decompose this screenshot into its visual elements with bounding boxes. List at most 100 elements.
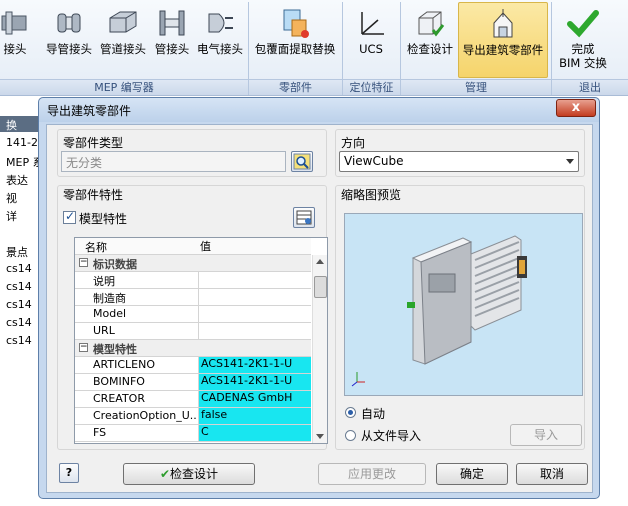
cancel-button[interactable]: 取消 [516,463,588,485]
shrinkwrap-icon [283,9,309,38]
table-row[interactable]: ARTICLENO ACS141-2K1-1-U [75,357,311,374]
export-building-icon [493,9,513,38]
duct-connector-icon [57,13,81,33]
ribbon-button-shrinkwrap-substitute[interactable]: 包覆面提取替换 [250,2,340,78]
dialog-title: 导出建筑零部件 [47,104,132,118]
ribbon-label: 管道接头 [100,42,146,56]
property-name: Model [93,307,127,320]
help-button[interactable]: ? [59,463,79,483]
part-properties-label: 零部件特性 [63,188,124,202]
browser-item[interactable]: cs14 [6,334,32,347]
apply-changes-button[interactable]: 应用更改 [318,463,426,485]
table-row[interactable]: 说明 [75,272,311,289]
property-name: 制造商 [93,292,126,305]
collapse-icon[interactable]: − [79,258,88,267]
ribbon-group-label: 退出 [552,79,628,95]
scroll-up-icon[interactable] [316,259,324,264]
ribbon-group-label: 管理 [401,79,551,95]
ribbon-label: 包覆面提取替换 [254,42,336,56]
pipe-connector-icon [109,11,137,33]
table-row[interactable]: 制造商 [75,289,311,306]
ribbon-button-ucs[interactable]: UCS [346,2,396,78]
category-row[interactable]: − 模型特性 [75,340,311,357]
table-row[interactable]: BOMINFO ACS141-2K1-1-U [75,374,311,391]
auto-radio[interactable] [345,407,356,418]
browser-item[interactable]: 141-2 [6,136,38,149]
grid-header: 名称 值 [75,238,311,255]
thumbnail-preview [344,213,583,396]
property-value[interactable]: ACS141-2K1-1-U [198,374,311,390]
table-row[interactable]: CREATOR CADENAS GmbH [75,391,311,408]
table-row[interactable]: URL [75,323,311,340]
import-button[interactable]: 导入 [510,424,582,446]
direction-value: ViewCube [344,154,404,168]
table-row[interactable]: FS C [75,425,311,442]
import-from-file-radio[interactable] [345,430,356,441]
tube-connector-icon [159,10,185,36]
property-value[interactable]: CADENAS GmbH [198,391,311,407]
ribbon-label: 导管接头 [46,42,92,56]
check-design-button[interactable]: ✔检查设计 [123,463,255,485]
property-value[interactable] [198,306,311,322]
browser-item[interactable]: 景点 [6,244,28,260]
property-settings-button[interactable] [293,207,315,228]
scroll-thumb[interactable] [314,276,327,298]
ribbon-label: 管接头 [154,42,190,56]
category-row[interactable]: − 标识数据 [75,255,311,272]
grid-scrollbar[interactable] [312,255,327,443]
property-name: CreationOption_U... [93,409,196,422]
direction-dropdown[interactable]: ViewCube [339,151,579,172]
collapse-icon[interactable]: − [79,343,88,352]
dialog-body: 零部件类型 无分类 方向 ViewCube 零部件特性 ✓ 模型特性 名称 值 [46,124,593,493]
ribbon-button-export-building-components[interactable]: 导出建筑零部件 [458,2,548,78]
ribbon-button-pipe-connector[interactable]: 管道接头 [97,2,149,78]
browser-header: 换 [0,116,40,132]
scroll-down-icon[interactable] [316,434,324,439]
export-building-components-dialog: 导出建筑零部件 x 零部件类型 无分类 方向 ViewCube 零部件特性 ✓ … [38,97,600,499]
browser-item[interactable]: cs14 [6,298,32,311]
checkmark-icon: ✔ [159,467,171,481]
ribbon-button-tube-connector[interactable]: 管接头 [151,2,193,78]
property-value[interactable] [198,289,311,305]
ribbon-group-label: 定位特征 [343,79,400,95]
table-row[interactable]: CreationOption_U... false [75,408,311,425]
ok-button[interactable]: 确定 [436,463,508,485]
browser-item[interactable]: cs14 [6,280,32,293]
property-value[interactable] [198,323,311,339]
property-value[interactable] [198,272,311,288]
column-header-value: 值 [200,240,211,253]
chevron-down-icon [566,159,574,164]
browser-item[interactable]: cs14 [6,316,32,329]
property-value[interactable]: ACS141-2K1-1-U [198,357,311,373]
ucs-icon [361,12,384,35]
help-icon: ? [65,466,73,479]
dialog-titlebar[interactable]: 导出建筑零部件 x [39,98,599,122]
auto-label: 自动 [361,407,386,421]
ribbon-label: BIM 交换 [559,56,607,70]
browse-part-type-button[interactable] [291,151,313,172]
property-value[interactable]: C [198,425,311,441]
browser-item[interactable]: cs14 [6,262,32,275]
browser-item[interactable]: 视 [6,190,17,206]
close-button[interactable]: x [556,99,596,117]
radio-selected-dot [348,410,353,415]
property-value[interactable]: false [198,408,311,424]
property-name: CREATOR [93,392,145,405]
browser-item[interactable]: 表达 [6,172,28,188]
ribbon-button-connector[interactable]: 接头 [0,2,40,78]
part-type-field[interactable]: 无分类 [61,151,286,172]
component-model-image [351,235,527,387]
ribbon-button-duct-connector[interactable]: 导管接头 [43,2,95,78]
model-browser-panel: 换 141-2 MEP 系 表达 视 详 景点 cs14 cs14 cs14 c… [0,96,44,506]
table-row[interactable]: Model [75,306,311,323]
connector-icon [1,11,27,35]
ribbon-button-check-design[interactable]: 检查设计 [403,2,457,78]
model-properties-checkbox[interactable]: ✓ [63,209,76,224]
column-header-name: 名称 [85,241,107,254]
browser-item[interactable]: 详 [6,208,17,224]
search-icon [293,153,311,170]
ribbon-label: 完成 [571,42,595,56]
direction-label: 方向 [341,136,366,150]
ribbon-button-finish-bim[interactable]: 完成 BIM 交换 [553,2,613,78]
ribbon-button-electrical-connector[interactable]: 电气接头 [194,2,246,78]
